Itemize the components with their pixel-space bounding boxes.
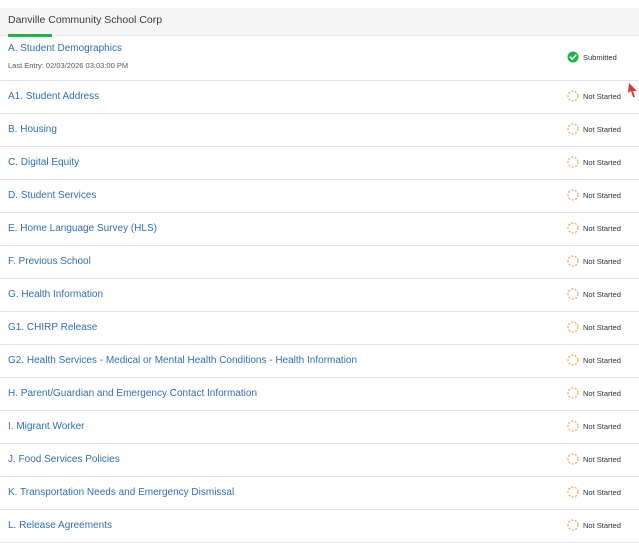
section-link[interactable]: B. Housing	[8, 124, 57, 135]
dashed-circle-icon	[567, 288, 579, 300]
status-text: Not Started	[583, 289, 621, 299]
section-link[interactable]: I. Migrant Worker	[8, 421, 85, 432]
status-text: Not Started	[583, 256, 621, 266]
section-link[interactable]: A. Student Demographics	[8, 43, 122, 54]
status-text: Not Started	[583, 388, 621, 398]
section-link[interactable]: J. Food Services Policies	[8, 454, 120, 465]
section-row[interactable]: K. Transportation Needs and Emergency Di…	[0, 477, 639, 510]
section-row[interactable]: F. Previous School Not Started	[0, 246, 639, 279]
status-badge: Not Started	[567, 123, 621, 135]
section-list: A. Student Demographics Last Entry: 02/03…	[0, 36, 639, 543]
dashed-circle-icon	[567, 453, 579, 465]
dashed-circle-icon	[567, 255, 579, 267]
section-link[interactable]: F. Previous School	[8, 256, 91, 267]
cursor-pointer-icon	[628, 83, 637, 97]
section-link[interactable]: D. Student Services	[8, 190, 96, 201]
section-row[interactable]: A. Student Demographics Last Entry: 02/03…	[0, 36, 639, 81]
status-text: Not Started	[583, 124, 621, 134]
section-link[interactable]: C. Digital Equity	[8, 157, 79, 168]
status-badge: Not Started	[567, 156, 621, 168]
section-link[interactable]: K. Transportation Needs and Emergency Di…	[8, 487, 234, 498]
section-link[interactable]: G1. CHIRP Release	[8, 322, 97, 333]
section-link[interactable]: A1. Student Address	[8, 91, 99, 102]
status-text: Not Started	[583, 454, 621, 464]
status-text: Not Started	[583, 520, 621, 530]
section-row[interactable]: J. Food Services Policies Not Started	[0, 444, 639, 477]
section-link[interactable]: G2. Health Services - Medical or Mental …	[8, 355, 357, 366]
section-row[interactable]: H. Parent/Guardian and Emergency Contact…	[0, 378, 639, 411]
registration-panel: Danville Community School Corp A. Studen…	[0, 8, 639, 543]
status-text: Not Started	[583, 223, 621, 233]
dashed-circle-icon	[567, 90, 579, 102]
dashed-circle-icon	[567, 387, 579, 399]
section-row[interactable]: G. Health Information Not Started	[0, 279, 639, 312]
status-badge: Submitted	[567, 51, 617, 63]
section-row[interactable]: A1. Student Address Not Started	[0, 81, 639, 114]
status-badge: Not Started	[567, 453, 621, 465]
dashed-circle-icon	[567, 321, 579, 333]
dashed-circle-icon	[567, 156, 579, 168]
section-row[interactable]: C. Digital Equity Not Started	[0, 147, 639, 180]
dashed-circle-icon	[567, 420, 579, 432]
last-entry-text: Last Entry: 02/03/2026 03:03:00 PM	[8, 61, 129, 70]
status-text: Not Started	[583, 421, 621, 431]
section-row[interactable]: E. Home Language Survey (HLS) Not Started	[0, 213, 639, 246]
section-link[interactable]: E. Home Language Survey (HLS)	[8, 223, 157, 234]
status-badge: Not Started	[567, 255, 621, 267]
status-text: Not Started	[583, 487, 621, 497]
school-name: Danville Community School Corp	[8, 14, 163, 26]
status-text: Submitted	[583, 52, 617, 62]
section-link[interactable]: L. Release Agreements	[8, 520, 112, 531]
section-row[interactable]: D. Student Services Not Started	[0, 180, 639, 213]
status-text: Not Started	[583, 322, 621, 332]
status-badge: Not Started	[567, 486, 621, 498]
status-text: Not Started	[583, 355, 621, 365]
dashed-circle-icon	[567, 123, 579, 135]
status-badge: Not Started	[567, 222, 621, 234]
section-link[interactable]: H. Parent/Guardian and Emergency Contact…	[8, 388, 257, 399]
check-circle-icon	[567, 51, 579, 63]
dashed-circle-icon	[567, 189, 579, 201]
dashed-circle-icon	[567, 519, 579, 531]
section-link[interactable]: G. Health Information	[8, 289, 103, 300]
section-row[interactable]: B. Housing Not Started	[0, 114, 639, 147]
status-text: Not Started	[583, 190, 621, 200]
dashed-circle-icon	[567, 222, 579, 234]
status-badge: Not Started	[567, 189, 621, 201]
school-header: Danville Community School Corp	[0, 8, 639, 37]
status-badge: Not Started	[567, 90, 621, 102]
section-row[interactable]: G1. CHIRP Release Not Started	[0, 312, 639, 345]
status-text: Not Started	[583, 91, 621, 101]
section-row[interactable]: I. Migrant Worker Not Started	[0, 411, 639, 444]
status-badge: Not Started	[567, 387, 621, 399]
status-badge: Not Started	[567, 321, 621, 333]
status-badge: Not Started	[567, 519, 621, 531]
status-badge: Not Started	[567, 354, 621, 366]
status-text: Not Started	[583, 157, 621, 167]
status-badge: Not Started	[567, 420, 621, 432]
dashed-circle-icon	[567, 354, 579, 366]
dashed-circle-icon	[567, 486, 579, 498]
section-row[interactable]: G2. Health Services - Medical or Mental …	[0, 345, 639, 378]
status-badge: Not Started	[567, 288, 621, 300]
